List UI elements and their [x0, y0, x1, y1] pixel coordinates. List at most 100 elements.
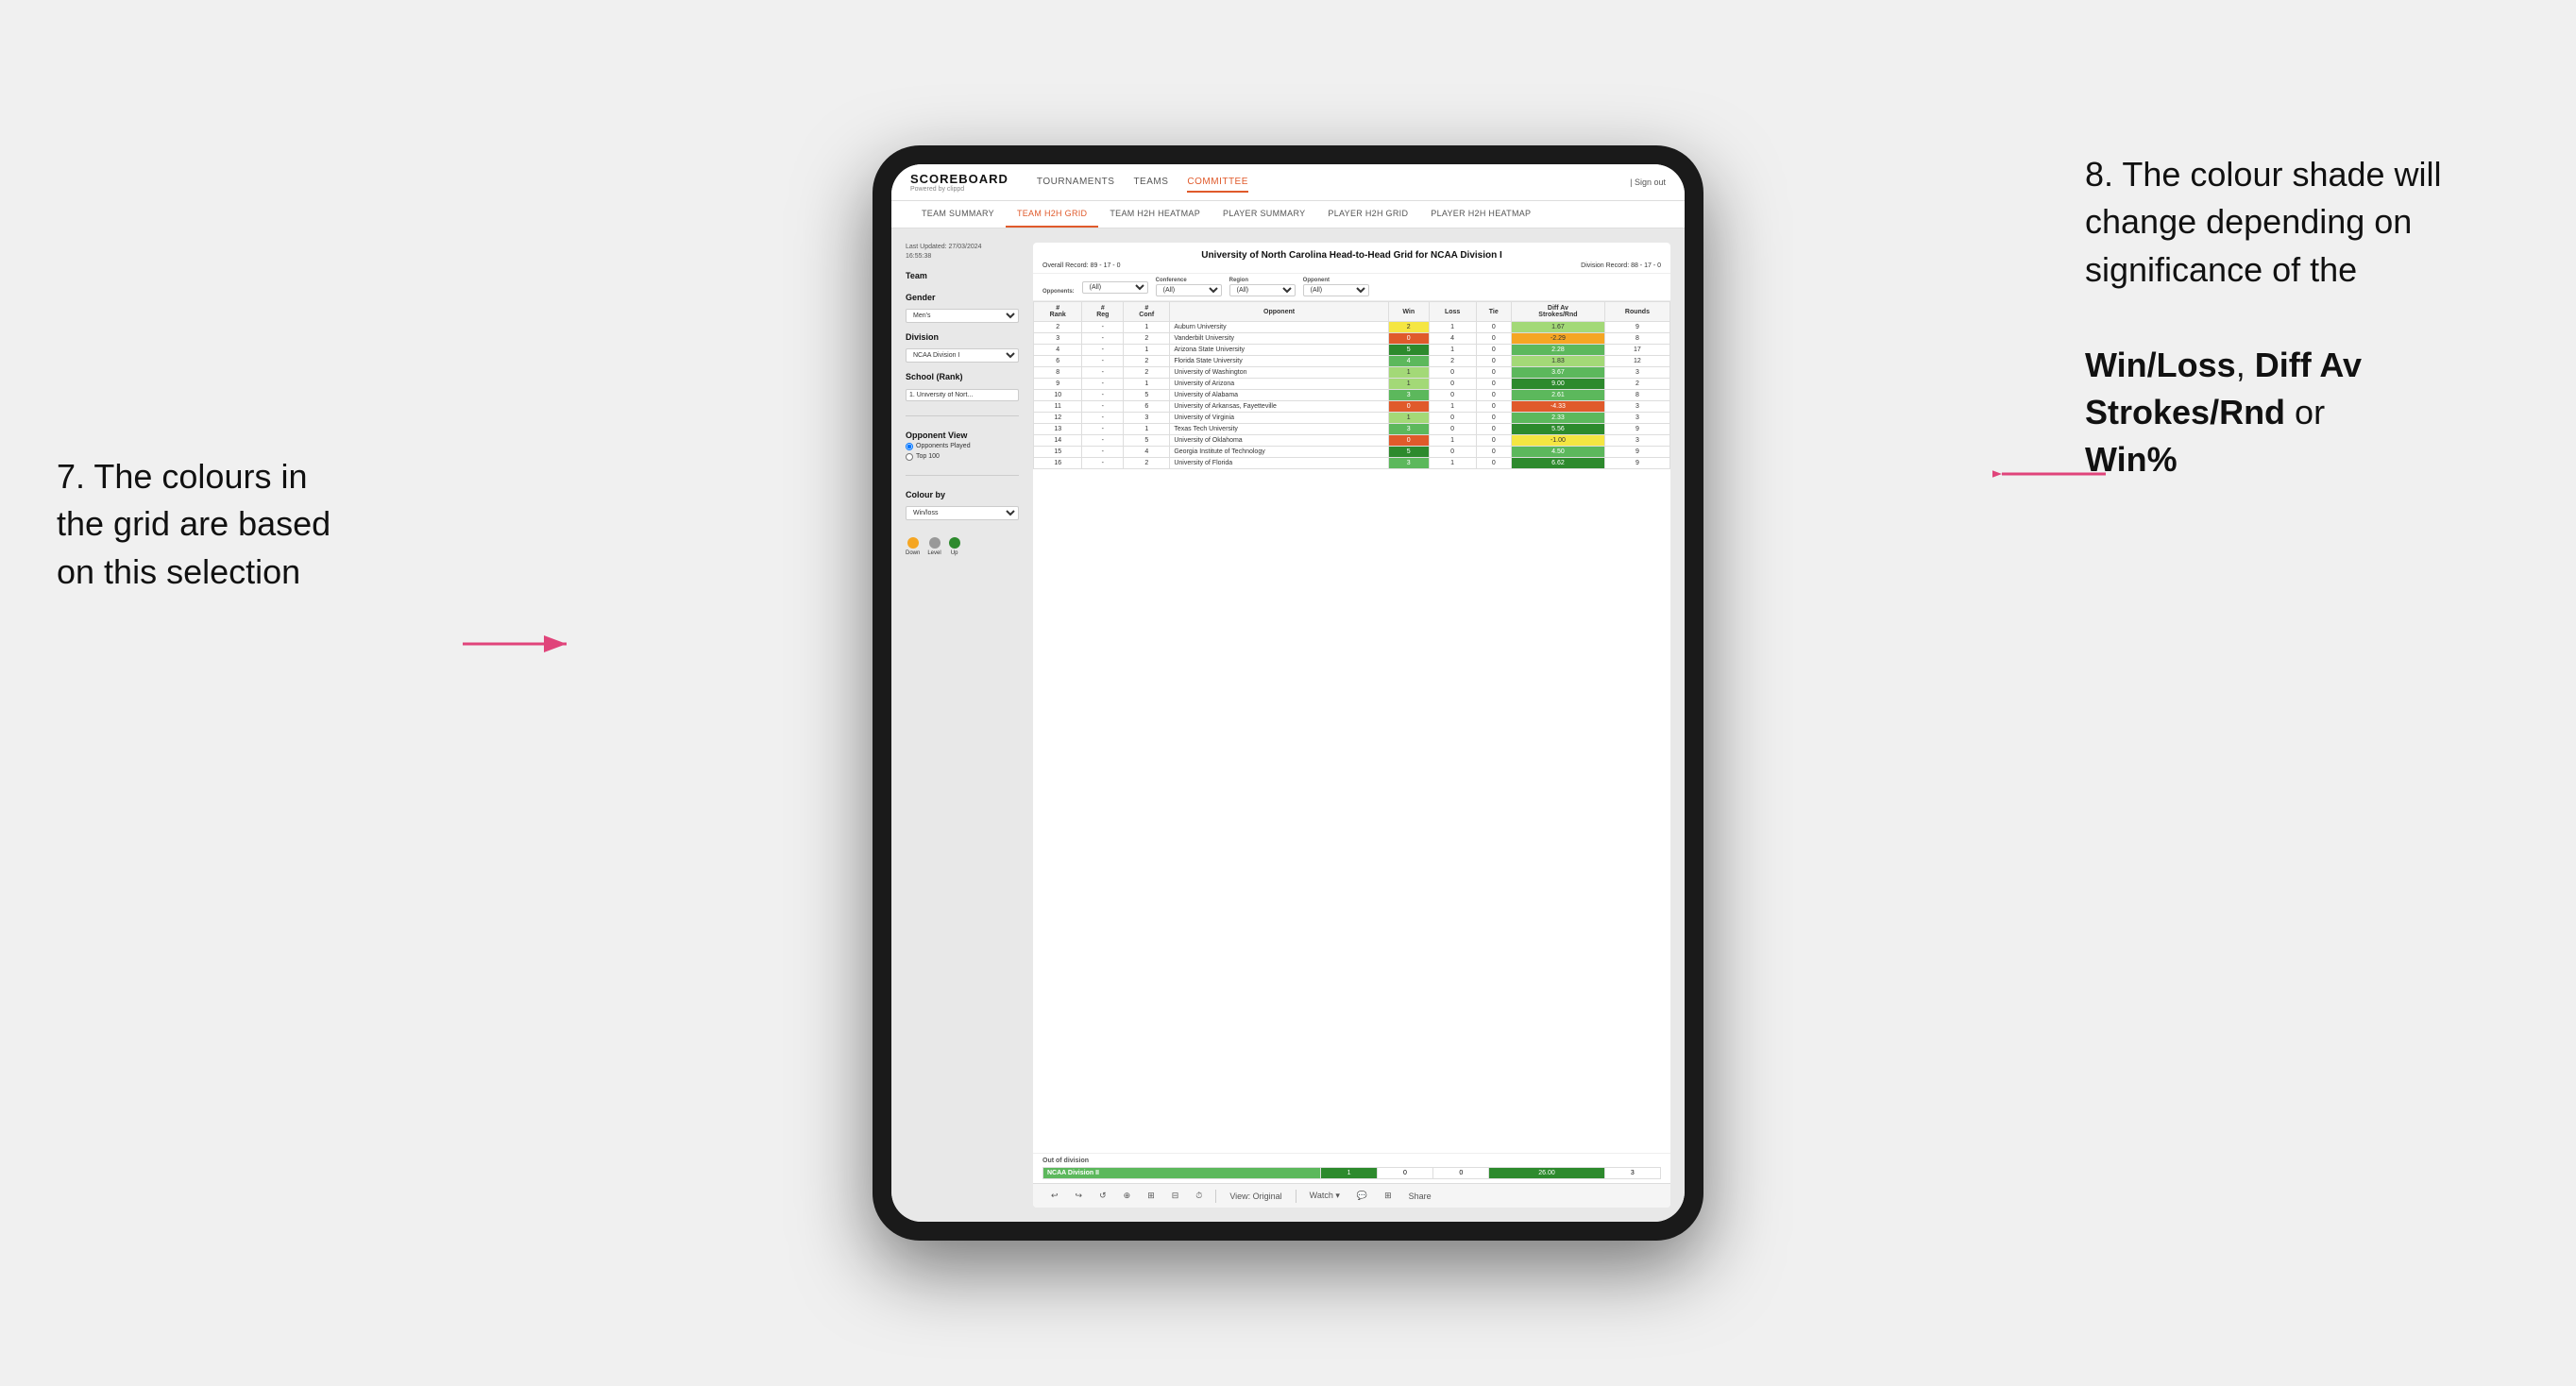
toolbar-grid-icon[interactable]: ⊞ — [1381, 1189, 1396, 1203]
sub-nav-player-h2h-grid[interactable]: PLAYER H2H GRID — [1316, 201, 1419, 228]
cell-opponent: Texas Tech University — [1170, 424, 1388, 435]
cell-loss: 4 — [1429, 333, 1476, 345]
radio-top100[interactable]: Top 100 — [906, 453, 1019, 461]
cell-tie: 0 — [1476, 379, 1511, 390]
cell-rank: 2 — [1034, 322, 1082, 333]
table-row: 16 - 2 University of Florida 3 1 0 6.62 … — [1034, 458, 1670, 469]
cell-rounds: 3 — [1604, 367, 1669, 379]
division-record: Division Record: 88 - 17 - 0 — [1581, 262, 1661, 269]
cell-conf: 2 — [1124, 458, 1170, 469]
sub-nav-team-h2h-grid[interactable]: TEAM H2H GRID — [1006, 201, 1098, 228]
division-select[interactable]: NCAA Division I — [906, 348, 1019, 363]
annotation-right-text: 8. The colour shade will change dependin… — [2085, 155, 2442, 289]
nav-tournaments[interactable]: TOURNAMENTS — [1037, 173, 1115, 193]
cell-conf: 2 — [1124, 367, 1170, 379]
cell-reg: - — [1082, 367, 1124, 379]
table-row: 9 - 1 University of Arizona 1 0 0 9.00 2 — [1034, 379, 1670, 390]
divider-1 — [906, 415, 1019, 416]
sub-nav-player-h2h-heatmap[interactable]: PLAYER H2H HEATMAP — [1419, 201, 1542, 228]
team-label: Team — [906, 271, 1019, 280]
grid-title: University of North Carolina Head-to-Hea… — [1042, 250, 1661, 261]
toolbar-view[interactable]: View: Original — [1226, 1190, 1285, 1203]
toolbar-undo[interactable]: ↩ — [1047, 1189, 1062, 1203]
last-updated: Last Updated: 27/03/2024 16:55:38 — [906, 243, 1019, 262]
toolbar-watch[interactable]: Watch ▾ — [1306, 1189, 1344, 1203]
cell-diff: 2.33 — [1511, 413, 1604, 424]
table-row: 2 - 1 Auburn University 2 1 0 1.67 9 — [1034, 322, 1670, 333]
cell-rank: 15 — [1034, 447, 1082, 458]
cell-rank: 16 — [1034, 458, 1082, 469]
conference-filter-select[interactable]: (All) — [1156, 284, 1222, 296]
cell-opponent: Auburn University — [1170, 322, 1388, 333]
sub-nav-player-summary[interactable]: PLAYER SUMMARY — [1212, 201, 1316, 228]
legend-down: Down — [906, 537, 920, 556]
cell-win: 1 — [1388, 379, 1429, 390]
cell-rounds: 3 — [1604, 401, 1669, 413]
cell-loss: 0 — [1429, 390, 1476, 401]
cell-tie: 0 — [1476, 401, 1511, 413]
cell-rank: 9 — [1034, 379, 1082, 390]
toolbar-forward[interactable]: ⊕ — [1120, 1189, 1135, 1203]
toolbar-back[interactable]: ↺ — [1095, 1189, 1110, 1203]
colour-by-section: Colour by Win/loss — [906, 490, 1019, 520]
cell-rounds: 12 — [1604, 356, 1669, 367]
cell-tie: 0 — [1476, 424, 1511, 435]
main-content: Last Updated: 27/03/2024 16:55:38 Team G… — [891, 228, 1685, 1222]
cell-tie: 0 — [1476, 367, 1511, 379]
cell-tie: 0 — [1476, 345, 1511, 356]
toolbar-clock[interactable]: ⏱ — [1192, 1189, 1206, 1203]
cell-diff: 9.00 — [1511, 379, 1604, 390]
gender-label: Gender — [906, 293, 1019, 302]
arrow-left-svg — [463, 634, 576, 653]
out-of-div-rounds: 3 — [1604, 1168, 1660, 1179]
out-of-div-diff: 26.00 — [1489, 1168, 1604, 1179]
table-row: 10 - 5 University of Alabama 3 0 0 2.61 … — [1034, 390, 1670, 401]
cell-tie: 0 — [1476, 458, 1511, 469]
radio-opponents-played[interactable]: Opponents Played — [906, 443, 1019, 450]
opponent-filter-select[interactable]: (All) — [1303, 284, 1369, 296]
sub-nav-team-summary[interactable]: TEAM SUMMARY — [910, 201, 1006, 228]
colour-by-select[interactable]: Win/loss — [906, 506, 1019, 520]
toolbar-redo[interactable]: ↪ — [1072, 1189, 1087, 1203]
cell-rounds: 2 — [1604, 379, 1669, 390]
cell-diff: 6.62 — [1511, 458, 1604, 469]
cell-reg: - — [1082, 333, 1124, 345]
filter-region: Region (All) — [1229, 278, 1296, 296]
toolbar-copy[interactable]: ⊞ — [1144, 1189, 1159, 1203]
cell-rank: 4 — [1034, 345, 1082, 356]
grid-table-body: 2 - 1 Auburn University 2 1 0 1.67 9 3 -… — [1034, 322, 1670, 469]
logo-sub: Powered by clippd — [910, 186, 1008, 193]
cell-rounds: 9 — [1604, 322, 1669, 333]
cell-rank: 11 — [1034, 401, 1082, 413]
toolbar-dash[interactable]: ⊟ — [1168, 1189, 1183, 1203]
cell-tie: 0 — [1476, 390, 1511, 401]
col-conf: #Conf — [1124, 302, 1170, 322]
region-filter-select[interactable]: (All) — [1229, 284, 1296, 296]
sign-out-link[interactable]: | Sign out — [1630, 177, 1666, 187]
cell-rounds: 8 — [1604, 390, 1669, 401]
cell-rank: 12 — [1034, 413, 1082, 424]
nav-committee[interactable]: COMMITTEE — [1187, 173, 1248, 193]
cell-loss: 0 — [1429, 379, 1476, 390]
cell-conf: 1 — [1124, 322, 1170, 333]
sub-nav-team-h2h-heatmap[interactable]: TEAM H2H HEATMAP — [1098, 201, 1212, 228]
gender-select[interactable]: Men's — [906, 309, 1019, 323]
grid-subtitle: Overall Record: 89 - 17 - 0 Division Rec… — [1042, 262, 1661, 269]
cell-diff: 4.50 — [1511, 447, 1604, 458]
cell-win: 2 — [1388, 322, 1429, 333]
school-input[interactable] — [906, 389, 1019, 401]
opponents-filter-select[interactable]: (All) — [1082, 281, 1148, 294]
cell-conf: 1 — [1124, 424, 1170, 435]
cell-rank: 14 — [1034, 435, 1082, 447]
toolbar-share[interactable]: Share — [1405, 1190, 1435, 1203]
toolbar-comment[interactable]: 💬 — [1353, 1189, 1371, 1203]
nav-teams[interactable]: TEAMS — [1133, 173, 1168, 193]
opponents-filter-label: Opponents: — [1042, 289, 1075, 295]
cell-conf: 1 — [1124, 379, 1170, 390]
cell-loss: 2 — [1429, 356, 1476, 367]
division-label: Division — [906, 332, 1019, 342]
cell-opponent: University of Arkansas, Fayetteville — [1170, 401, 1388, 413]
cell-opponent: University of Washington — [1170, 367, 1388, 379]
cell-rounds: 9 — [1604, 458, 1669, 469]
grid-table-container: #Rank #Reg #Conf Opponent Win Loss Tie D… — [1033, 301, 1670, 1153]
